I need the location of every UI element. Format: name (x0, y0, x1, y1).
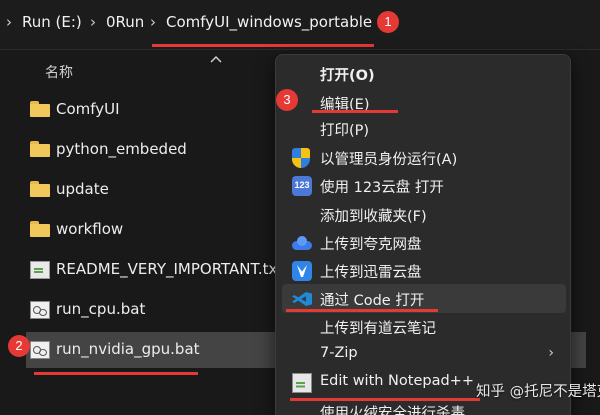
annotation-underline (312, 110, 398, 113)
menu-item-label: 打开(O) (320, 68, 375, 84)
folder-icon (30, 141, 50, 159)
sort-chevron-up-icon[interactable] (210, 54, 222, 64)
menu-item-label: 使用 123云盘 打开 (320, 180, 444, 196)
menu-item-label: 上传到有道云笔记 (320, 321, 436, 337)
address-bar[interactable]: › Run (E:) › 0Run › ComfyUI_windows_port… (0, 0, 600, 50)
folder-icon (30, 181, 50, 199)
chevron-right-icon: › (548, 345, 554, 361)
text-file-icon (30, 261, 50, 279)
menu-item-add-favorites[interactable]: 添加到收藏夹(F) (282, 200, 566, 229)
xunlei-icon (292, 261, 312, 281)
chevron-right-icon[interactable]: › (6, 13, 12, 31)
menu-item-label: 7-Zip (320, 345, 358, 361)
menu-item-label: 上传到夸克网盘 (320, 237, 422, 253)
uac-shield-icon (292, 148, 312, 168)
menu-item-upload-quark[interactable]: 上传到夸克网盘 (282, 228, 566, 257)
menu-item-7zip[interactable]: 7-Zip › (282, 340, 566, 369)
watermark: 知乎 @托尼不是塔克 (476, 384, 600, 400)
vscode-icon (292, 289, 312, 309)
chevron-right-icon[interactable]: › (90, 13, 96, 31)
column-header-name[interactable]: 名称 (45, 62, 73, 82)
menu-item-open-123pan[interactable]: 123 使用 123云盘 打开 (282, 171, 566, 200)
menu-item-label: 使用火绒安全进行杀毒 (320, 406, 465, 415)
breadcrumb-drive[interactable]: Run (E:) (22, 13, 82, 31)
menu-item-label: 通过 Code 打开 (320, 293, 425, 309)
menu-item-upload-xunlei[interactable]: 上传到迅雷云盘 (282, 256, 566, 285)
file-name: run_cpu.bat (56, 300, 146, 318)
file-name: python_embeded (56, 140, 187, 158)
menu-item-upload-youdao[interactable]: 上传到有道云笔记 (282, 312, 566, 341)
batch-file-icon (30, 341, 50, 359)
file-name: ComfyUI (56, 100, 120, 118)
menu-item-label: Edit with Notepad++ (320, 373, 474, 389)
batch-file-icon (30, 301, 50, 319)
folder-icon (30, 221, 50, 239)
menu-item-run-as-admin[interactable]: 以管理员身份运行(A) (282, 143, 566, 172)
menu-item-label: 上传到迅雷云盘 (320, 265, 422, 281)
folder-icon (30, 101, 50, 119)
breadcrumb-comfyui-portable[interactable]: ComfyUI_windows_portable (166, 13, 372, 31)
annotation-badge-1: 1 (377, 11, 399, 33)
file-name: update (56, 180, 109, 198)
breadcrumb-0run[interactable]: 0Run (106, 13, 144, 31)
menu-item-open[interactable]: 打开(O) (282, 59, 566, 88)
file-name: README_VERY_IMPORTANT.txt (56, 260, 284, 278)
annotation-underline (34, 372, 198, 375)
annotation-underline (286, 309, 438, 312)
file-name: workflow (56, 220, 124, 238)
123-cloud-icon: 123 (292, 176, 312, 196)
notepad-plus-plus-icon (292, 373, 312, 393)
quark-cloud-icon (292, 236, 312, 256)
menu-item-print[interactable]: 打印(P) (282, 114, 566, 143)
menu-item-label: 以管理员身份运行(A) (320, 152, 458, 168)
chevron-right-icon[interactable]: › (150, 13, 156, 31)
annotation-underline (152, 44, 374, 47)
annotation-badge-3: 3 (276, 89, 298, 111)
annotation-underline (290, 398, 480, 401)
menu-item-label: 添加到收藏夹(F) (320, 209, 427, 225)
menu-item-label: 打印(P) (320, 123, 370, 139)
context-menu: 打开(O) 编辑(E) 打印(P) 以管理员身份运行(A) 123 使用 123… (275, 54, 571, 415)
file-name: run_nvidia_gpu.bat (56, 340, 200, 358)
annotation-badge-2: 2 (8, 335, 30, 357)
